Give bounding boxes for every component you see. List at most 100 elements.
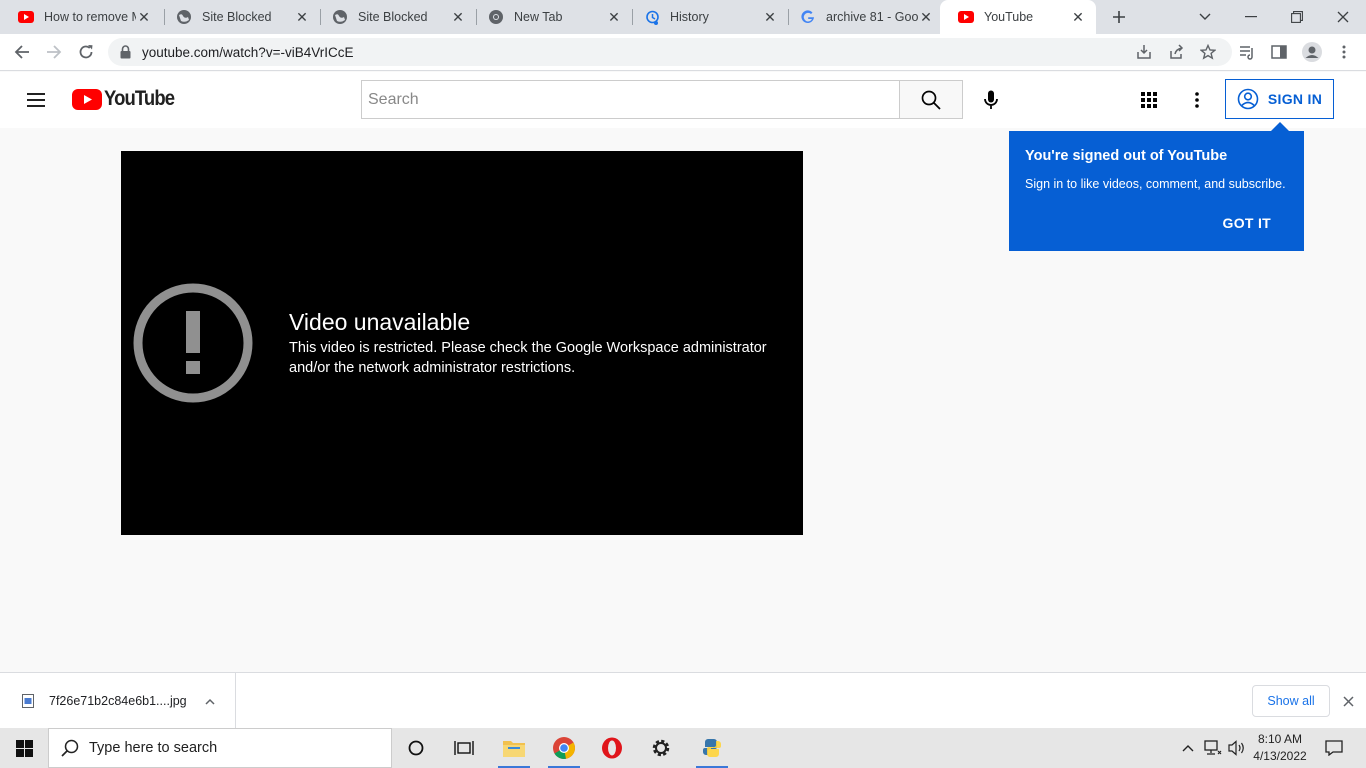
profile-button[interactable] (1298, 38, 1326, 66)
history-icon (644, 9, 660, 25)
account-circle-icon (1237, 88, 1259, 110)
side-panel-icon (1271, 45, 1287, 59)
apps-button[interactable] (1137, 88, 1161, 112)
youtube-masthead: YouTube SIGN IN (0, 72, 1366, 128)
windows-taskbar: Type here to search 8:10 AM 4/13/2022 (0, 728, 1366, 768)
chrome-icon (553, 737, 575, 759)
tab-how-to-remove[interactable]: How to remove M ✕ (0, 0, 162, 34)
tab-title: History (670, 10, 709, 24)
restore-button[interactable] (1274, 0, 1320, 34)
install-app-button[interactable] (1130, 38, 1158, 66)
youtube-icon (18, 9, 34, 25)
download-item[interactable]: 7f26e71b2c84e6b1....jpg (0, 673, 236, 729)
task-view-button[interactable] (440, 728, 488, 768)
bookmark-button[interactable] (1194, 38, 1222, 66)
error-exclamation-icon (133, 283, 253, 403)
hamburger-menu-icon (27, 93, 45, 107)
sign-in-label: SIGN IN (1267, 91, 1323, 107)
tooltip-title: You're signed out of YouTube (1025, 148, 1228, 164)
opera-taskbar-icon[interactable] (588, 728, 636, 768)
minimize-icon (1245, 16, 1257, 18)
got-it-button[interactable]: GOT IT (1223, 215, 1271, 231)
back-button[interactable] (8, 38, 36, 66)
start-button[interactable] (0, 728, 48, 768)
address-bar[interactable]: youtube.com/watch?v=-viB4VrICcE (108, 38, 1232, 66)
youtube-logo[interactable]: YouTube (72, 87, 184, 111)
reload-button[interactable] (72, 38, 100, 66)
share-icon (1170, 44, 1184, 59)
tab-title: YouTube (984, 10, 1034, 24)
python-icon (703, 739, 721, 757)
video-player[interactable]: Video unavailable This video is restrict… (121, 151, 803, 535)
file-explorer-taskbar-icon[interactable] (490, 728, 538, 768)
tab-title: Site Blocked (202, 10, 272, 24)
download-shelf: 7f26e71b2c84e6b1....jpg Show all (0, 672, 1366, 729)
new-tab-button[interactable] (1106, 0, 1132, 34)
signed-out-tooltip: You're signed out of YouTube Sign in to … (1009, 122, 1304, 251)
tab-title: How to remove M (44, 10, 136, 24)
network-tray-button[interactable] (1203, 728, 1223, 768)
close-tab-icon[interactable]: ✕ (762, 9, 778, 25)
close-tab-icon[interactable]: ✕ (450, 9, 466, 25)
tab-search-button[interactable] (1192, 0, 1218, 34)
windows-logo-icon (15, 739, 33, 757)
chevron-up-icon (1182, 744, 1194, 751)
voice-search-button[interactable] (973, 84, 1009, 116)
settings-menu-button[interactable] (1185, 88, 1209, 112)
error-title: Video unavailable (289, 309, 471, 335)
taskbar-search-placeholder: Type here to search (89, 740, 218, 756)
download-filename: 7f26e71b2c84e6b1....jpg (49, 694, 187, 708)
tab-site-blocked-2[interactable]: Site Blocked ✕ (314, 0, 476, 34)
close-tab-icon[interactable]: ✕ (918, 9, 934, 25)
address-bar-url: youtube.com/watch?v=-viB4VrICcE (142, 44, 354, 60)
tab-youtube-active[interactable]: YouTube ✕ (940, 0, 1096, 34)
arrow-left-icon (14, 45, 29, 59)
tab-archive-81[interactable]: archive 81 - Goo ✕ (782, 0, 944, 34)
chevron-up-icon[interactable] (205, 698, 215, 705)
plus-icon (1113, 11, 1125, 23)
gear-icon (652, 739, 670, 757)
browser-menu-button[interactable] (1330, 38, 1358, 66)
grid-apps-icon (1141, 92, 1157, 108)
arrow-right-icon (47, 45, 62, 59)
guide-menu-button[interactable] (24, 88, 48, 112)
folder-icon (503, 741, 525, 757)
media-controls-button[interactable] (1233, 38, 1261, 66)
sign-in-button[interactable]: SIGN IN (1225, 79, 1334, 119)
image-file-icon (22, 694, 34, 708)
show-all-downloads-button[interactable]: Show all (1252, 685, 1330, 717)
opera-icon (602, 737, 622, 759)
settings-taskbar-icon[interactable] (637, 728, 685, 768)
tab-title: New Tab (514, 10, 563, 24)
tab-site-blocked-1[interactable]: Site Blocked ✕ (158, 0, 320, 34)
action-center-button[interactable] (1320, 728, 1348, 768)
python-taskbar-icon[interactable] (688, 728, 736, 768)
search-input[interactable] (368, 90, 899, 109)
google-icon (800, 9, 816, 25)
network-icon (1204, 740, 1222, 755)
volume-tray-button[interactable] (1227, 728, 1247, 768)
chrome-taskbar-icon[interactable] (540, 728, 588, 768)
close-tab-icon[interactable]: ✕ (294, 9, 310, 25)
tab-history[interactable]: History ✕ (626, 0, 788, 34)
search-button[interactable] (899, 80, 963, 119)
minimize-button[interactable] (1228, 0, 1274, 34)
forward-button[interactable] (40, 38, 68, 66)
taskbar-search-box[interactable]: Type here to search (48, 728, 392, 768)
cortana-button[interactable] (392, 728, 440, 768)
tooltip-arrow (1271, 122, 1289, 131)
close-tab-icon[interactable]: ✕ (136, 9, 152, 25)
close-shelf-button[interactable] (1338, 691, 1358, 711)
tab-new-tab[interactable]: New Tab ✕ (470, 0, 632, 34)
media-queue-icon (1240, 46, 1253, 60)
microphone-icon (984, 90, 998, 109)
taskbar-clock[interactable]: 8:10 AM 4/13/2022 (1248, 731, 1312, 765)
close-window-button[interactable] (1320, 0, 1366, 34)
search-box[interactable] (361, 80, 900, 119)
close-tab-icon[interactable]: ✕ (1070, 9, 1086, 25)
share-button[interactable] (1162, 38, 1190, 66)
close-tab-icon[interactable]: ✕ (606, 9, 622, 25)
side-panel-button[interactable] (1265, 38, 1293, 66)
speaker-icon (1228, 740, 1244, 756)
show-hidden-icons-button[interactable] (1178, 728, 1198, 768)
